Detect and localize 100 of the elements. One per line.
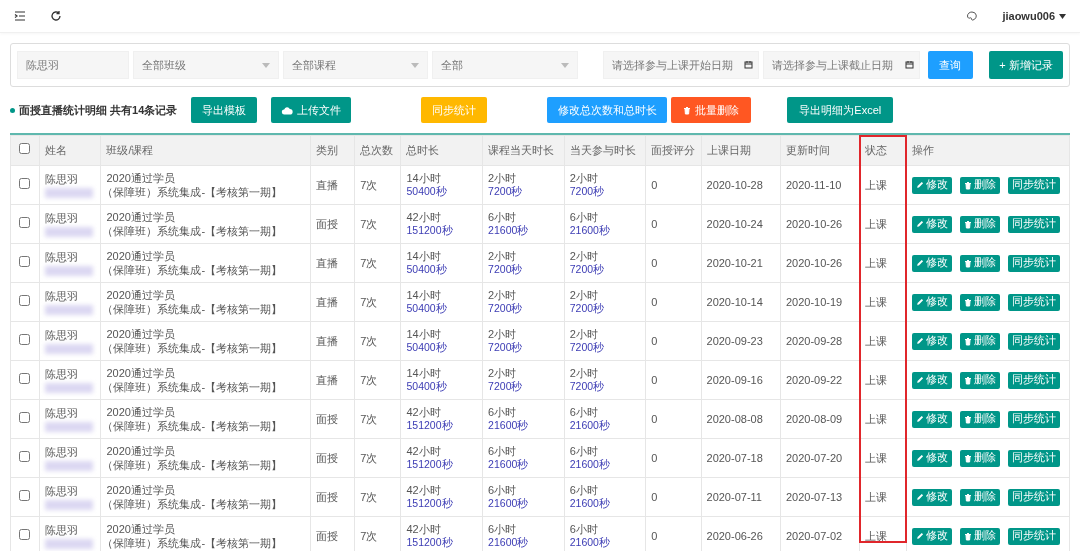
toolbar-button[interactable]: 导出明细为Excel — [787, 97, 894, 123]
redacted-block — [44, 344, 93, 355]
sync-button[interactable]: 同步统计 — [1007, 176, 1060, 194]
edit-button[interactable]: 修改 — [911, 293, 952, 311]
edit-button[interactable]: 修改 — [911, 410, 952, 428]
table-cell-text: 6小时 — [569, 444, 598, 459]
table-cell: 2020-09-23 — [706, 334, 763, 347]
select-all-checkbox[interactable] — [19, 143, 31, 155]
trash-icon — [963, 453, 972, 463]
search-button[interactable]: 查询 — [927, 51, 973, 79]
table-cell: 0 — [651, 178, 658, 191]
date-field[interactable]: 请选择参与上课开始日期 — [602, 51, 760, 79]
table-cell-text: 2小时 — [488, 171, 518, 186]
seconds-value: 7200秒 — [569, 185, 606, 199]
table-cell-text: 42小时 — [406, 210, 442, 225]
table-cell: 2020-07-02 — [785, 529, 843, 542]
date-field[interactable]: 请选择参与上课截止日期 — [763, 51, 920, 79]
delete-button[interactable]: 删除 — [959, 488, 1000, 506]
sync-button[interactable]: 同步统计 — [1007, 527, 1060, 545]
table-cell-text: 14小时 — [406, 249, 442, 264]
class-name: 2020通过学员 — [106, 404, 176, 419]
class-name: 2020通过学员 — [106, 287, 176, 302]
row-checkbox[interactable] — [19, 255, 31, 267]
sync-button[interactable]: 同步统计 — [1007, 293, 1060, 311]
delete-button[interactable]: 删除 — [959, 293, 1000, 311]
menu-icon[interactable] — [14, 10, 26, 22]
delete-button[interactable]: 删除 — [959, 176, 1000, 194]
table-cell: 上课 — [865, 451, 888, 464]
edit-button[interactable]: 修改 — [911, 176, 952, 194]
edit-button[interactable]: 修改 — [911, 488, 952, 506]
edit-button[interactable]: 修改 — [911, 371, 952, 389]
pencil-icon — [915, 376, 924, 384]
add-record-button[interactable]: + 新增记录 — [988, 51, 1064, 79]
table-cell-text: 14小时 — [406, 288, 442, 303]
delete-button[interactable]: 删除 — [959, 215, 1000, 233]
seconds-value: 21600秒 — [569, 224, 611, 238]
row-checkbox[interactable] — [19, 411, 31, 423]
sync-button[interactable]: 同步统计 — [1007, 371, 1060, 389]
delete-button[interactable]: 删除 — [959, 527, 1000, 545]
toolbar-button[interactable]: 导出模板 — [191, 97, 258, 123]
table-cell: 0 — [651, 529, 658, 542]
edit-button[interactable]: 修改 — [911, 215, 952, 233]
row-checkbox[interactable] — [19, 372, 31, 384]
row-checkbox[interactable] — [19, 450, 31, 462]
row-checkbox[interactable] — [19, 294, 31, 306]
sync-button[interactable]: 同步统计 — [1007, 410, 1060, 428]
row-checkbox[interactable] — [19, 528, 31, 540]
table-cell: 上课 — [865, 334, 888, 347]
table-cell: 2020-07-18 — [706, 451, 763, 464]
student-name: 陈思羽 — [44, 405, 79, 421]
select-field[interactable]: 全部课程 — [282, 51, 428, 79]
trash-icon — [963, 492, 972, 502]
delete-button[interactable]: 删除 — [959, 254, 1000, 272]
seconds-value: 21600秒 — [569, 497, 611, 511]
table-cell-text: 6小时 — [569, 405, 598, 420]
seconds-value: 7200秒 — [488, 302, 524, 316]
select-field[interactable]: 全部 — [432, 51, 578, 79]
pencil-icon — [915, 532, 924, 540]
row-checkbox[interactable] — [19, 216, 31, 228]
table-cell: 7次 — [360, 295, 378, 308]
column-header: 类别 — [316, 144, 339, 157]
trash-icon — [963, 414, 972, 424]
sync-button[interactable]: 同步统计 — [1007, 215, 1060, 233]
table-cell-text: 2小时 — [488, 327, 518, 342]
caret-icon[interactable] — [1059, 13, 1066, 19]
edit-button[interactable]: 修改 — [911, 527, 952, 545]
row-checkbox[interactable] — [19, 489, 31, 501]
sync-button[interactable]: 同步统计 — [1007, 332, 1060, 350]
table-cell: 7次 — [360, 373, 378, 386]
edit-button[interactable]: 修改 — [911, 332, 952, 350]
name-field[interactable]: 陈思羽 — [17, 51, 129, 79]
table-cell-text: 6小时 — [488, 444, 518, 459]
student-name: 陈思羽 — [44, 444, 79, 460]
delete-button[interactable]: 删除 — [959, 332, 1000, 350]
toolbar-button[interactable]: 批量删除 — [671, 97, 752, 123]
edit-button[interactable]: 修改 — [911, 254, 952, 272]
delete-button[interactable]: 删除 — [959, 449, 1000, 467]
sync-button[interactable]: 同步统计 — [1007, 449, 1060, 467]
table-cell-text: 2小时 — [569, 288, 599, 303]
table-cell: 0 — [651, 451, 658, 464]
class-name: 2020通过学员 — [106, 248, 176, 263]
palette-icon[interactable] — [966, 10, 979, 22]
row-checkbox[interactable] — [19, 177, 31, 189]
table-cell-text: 6小时 — [488, 483, 518, 498]
toolbar-button[interactable]: 修改总次数和总时长 — [547, 97, 668, 123]
edit-button[interactable]: 修改 — [911, 449, 952, 467]
student-name: 陈思羽 — [44, 483, 79, 499]
course-name: （保障班）系统集成-【考核第一期】 — [102, 341, 284, 356]
caret-icon — [560, 62, 569, 68]
user-menu[interactable]: jiaowu006 — [1002, 7, 1055, 25]
sync-button[interactable]: 同步统计 — [1007, 254, 1060, 272]
delete-button[interactable]: 删除 — [959, 410, 1000, 428]
seconds-value: 21600秒 — [488, 497, 530, 511]
select-field[interactable]: 全部班级 — [133, 51, 279, 79]
refresh-icon[interactable] — [50, 10, 62, 22]
row-checkbox[interactable] — [19, 333, 31, 345]
table-cell: 7次 — [360, 217, 378, 230]
sync-button[interactable]: 同步统计 — [1007, 488, 1060, 506]
delete-button[interactable]: 删除 — [959, 371, 1000, 389]
toolbar-button[interactable]: 上传文件 — [271, 97, 352, 123]
